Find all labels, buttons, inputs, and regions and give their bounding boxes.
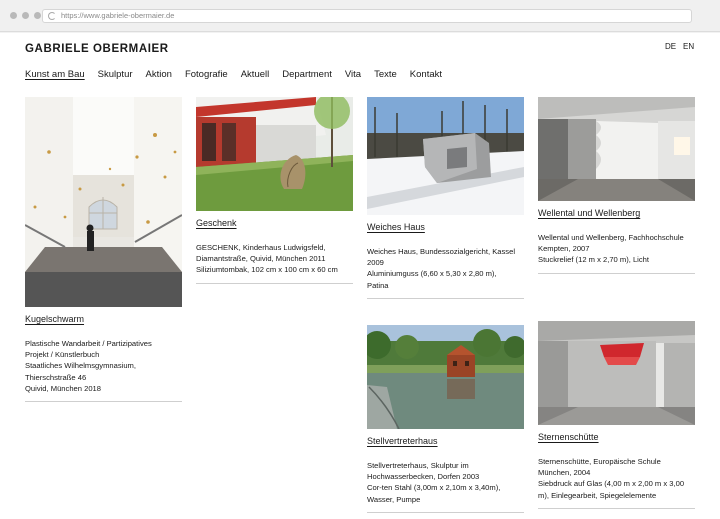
work-description-line: Weiches Haus, Bundessozialgericht, Kasse… bbox=[367, 247, 516, 256]
work-description-line: m), Einlegearbeit, Spiegelelemente bbox=[538, 490, 657, 500]
work-image-sternenschuette[interactable] bbox=[538, 321, 695, 425]
url-text[interactable]: https://www.gabriele-obermaier.de bbox=[61, 11, 174, 20]
site-logo[interactable]: GABRIELE OBERMAIER bbox=[25, 43, 169, 55]
work-description-line: Wasser, Pumpe bbox=[367, 494, 421, 504]
work-title-kugelschwarm[interactable]: Kugelschwarm bbox=[25, 314, 182, 324]
browser-toolbar: https://www.gabriele-obermaier.de bbox=[0, 0, 720, 32]
lang-de-link[interactable]: DE bbox=[665, 42, 676, 51]
address-bar[interactable]: https://www.gabriele-obermaier.de bbox=[42, 9, 692, 23]
work-image-weiches-haus[interactable] bbox=[367, 97, 524, 215]
window-controls bbox=[10, 12, 41, 19]
divider bbox=[538, 272, 695, 274]
work-description-line: Siliziumtombak, 102 cm x 100 cm x 60 cm bbox=[196, 265, 338, 275]
divider bbox=[538, 507, 695, 509]
work-description-line: Stellvertreterhaus, Skulptur im bbox=[367, 461, 469, 470]
work-description-line: Wellental und Wellenberg, Fachhochschule bbox=[538, 233, 684, 242]
divider bbox=[367, 297, 524, 299]
work-card-stellvertreterhaus: Stellvertreterhaus Stellvertreterhaus, S… bbox=[367, 325, 524, 513]
work-image-stellvertreterhaus[interactable] bbox=[367, 325, 524, 429]
work-image-kugelschwarm[interactable] bbox=[25, 97, 182, 307]
minimize-window-icon[interactable] bbox=[22, 12, 29, 19]
work-card-geschenk: Geschenk GESCHENK, Kinderhaus Ludwigsfel… bbox=[196, 97, 353, 284]
work-description-line: Kempten, 2007 bbox=[538, 244, 590, 254]
work-image-wellental[interactable] bbox=[538, 97, 695, 201]
work-description-wellental: Wellental und Wellenberg, Fachhochschule… bbox=[538, 232, 695, 266]
work-title-weiches-haus[interactable]: Weiches Haus bbox=[367, 222, 524, 232]
work-title-sternenschuette[interactable]: Sternenschütte bbox=[538, 432, 695, 442]
nav-texte[interactable]: Texte bbox=[374, 69, 397, 80]
nav-kunst-am-bau[interactable]: Kunst am Bau bbox=[25, 69, 85, 80]
divider bbox=[196, 282, 353, 284]
work-card-weiches-haus: Weiches Haus Weiches Haus, Bundessozialg… bbox=[367, 97, 524, 299]
work-description-line: Cor-ten Stahl (3,00m x 2,10m x 3,40m), bbox=[367, 483, 501, 493]
work-description-weiches-haus: Weiches Haus, Bundessozialgericht, Kasse… bbox=[367, 246, 524, 291]
work-description-line: Plastische Wandarbeit / Partizipatives bbox=[25, 339, 152, 348]
browser-window: https://www.gabriele-obermaier.de GABRIE… bbox=[0, 0, 720, 519]
nav-department[interactable]: Department bbox=[282, 69, 332, 80]
work-description-line: Hochwasserbecken, Dorfen 2003 bbox=[367, 472, 480, 482]
work-description-line: München, 2004 bbox=[538, 468, 591, 478]
nav-vita[interactable]: Vita bbox=[345, 69, 361, 80]
divider bbox=[25, 401, 182, 403]
nav-aktuell[interactable]: Aktuell bbox=[241, 69, 270, 80]
work-title-wellental[interactable]: Wellental und Wellenberg bbox=[538, 208, 695, 218]
nav-aktion[interactable]: Aktion bbox=[146, 69, 172, 80]
close-window-icon[interactable] bbox=[10, 12, 17, 19]
work-card-kugelschwarm: Kugelschwarm Plastische Wandarbeit / Par… bbox=[25, 97, 182, 403]
work-description-sternenschuette: Sternenschütte, Europäische Schule Münch… bbox=[538, 456, 695, 501]
work-description-line: Patina bbox=[367, 280, 389, 290]
reload-icon[interactable] bbox=[48, 12, 56, 20]
work-description-stellvertreterhaus: Stellvertreterhaus, Skulptur im Hochwass… bbox=[367, 460, 524, 505]
zoom-window-icon[interactable] bbox=[34, 12, 41, 19]
main-nav: Kunst am Bau Skulptur Aktion Fotografie … bbox=[25, 69, 442, 80]
work-description-line: Diamantstraße, Quivid, München 2011 bbox=[196, 254, 326, 264]
work-description-geschenk: GESCHENK, Kinderhaus Ludwigsfeld, Diaman… bbox=[196, 242, 353, 276]
nav-skulptur[interactable]: Skulptur bbox=[98, 69, 133, 80]
work-description-line: 2009 bbox=[367, 258, 384, 268]
web-page: GABRIELE OBERMAIER DE EN Kunst am Bau Sk… bbox=[0, 33, 720, 519]
work-description-kugelschwarm: Plastische Wandarbeit / Partizipatives P… bbox=[25, 338, 182, 394]
work-image-geschenk[interactable] bbox=[196, 97, 353, 211]
work-description-line: Stuckrelief (12 m x 2,70 m), Licht bbox=[538, 255, 649, 265]
work-title-stellvertreterhaus[interactable]: Stellvertreterhaus bbox=[367, 436, 524, 446]
work-card-wellental: Wellental und Wellenberg Wellental und W… bbox=[538, 97, 695, 274]
work-description-line: Quivid, München 2018 bbox=[25, 383, 101, 393]
work-card-sternenschuette: Sternenschütte Sternenschütte, Europäisc… bbox=[538, 321, 695, 509]
nav-kontakt[interactable]: Kontakt bbox=[410, 69, 442, 80]
lang-en-link[interactable]: EN bbox=[683, 42, 694, 51]
divider bbox=[367, 511, 524, 513]
work-description-line: Projekt / Künstlerbuch bbox=[25, 350, 100, 360]
work-description-line: Siebdruck auf Glas (4,00 m x 2,00 m x 3,… bbox=[538, 479, 685, 489]
work-description-line: GESCHENK, Kinderhaus Ludwigsfeld, bbox=[196, 243, 326, 252]
work-description-line: Thierschstraße 46 bbox=[25, 372, 87, 382]
nav-fotografie[interactable]: Fotografie bbox=[185, 69, 228, 80]
work-description-line: Staatliches Wilhelmsgymnasium, bbox=[25, 361, 136, 371]
work-description-line: Sternenschütte, Europäische Schule bbox=[538, 457, 661, 466]
work-description-line: Aluminiumguss (6,60 x 5,30 x 2,80 m), bbox=[367, 269, 497, 279]
work-title-geschenk[interactable]: Geschenk bbox=[196, 218, 353, 228]
